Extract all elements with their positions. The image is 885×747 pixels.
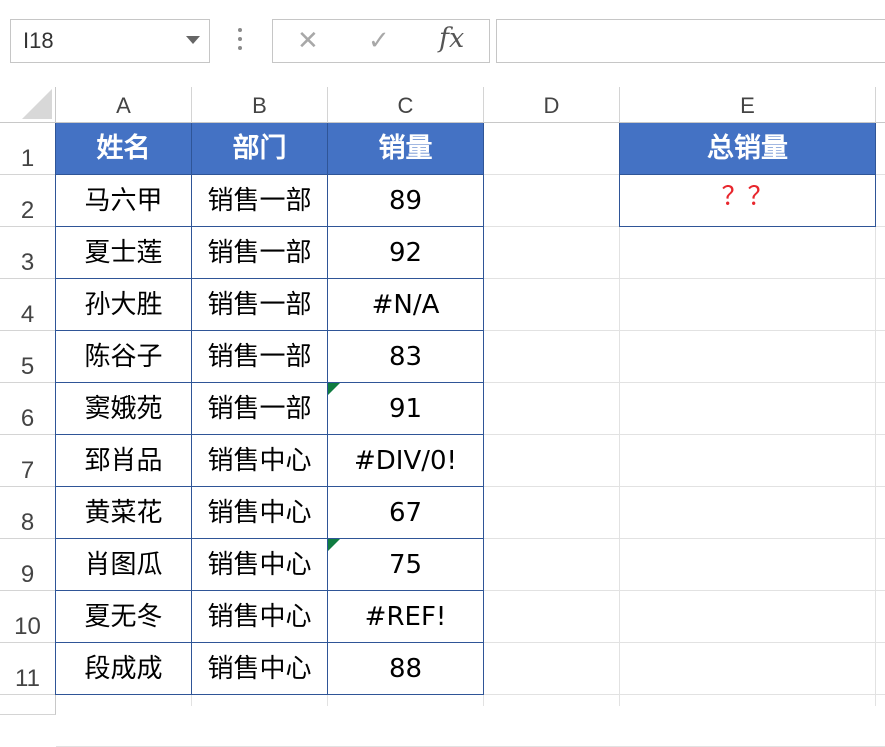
column-header-e[interactable]: E <box>620 87 876 123</box>
formula-tools: ✕ ✓ fx <box>272 19 490 63</box>
row-header-3[interactable]: 3 <box>0 227 56 279</box>
cancel-icon[interactable]: ✕ <box>297 26 319 56</box>
name-box-value: I18 <box>23 28 54 53</box>
table-header-cell[interactable]: 销量 <box>328 123 484 175</box>
table-cell[interactable]: 销售一部 <box>192 279 328 331</box>
column-header-b[interactable]: B <box>192 87 328 123</box>
table-cell[interactable]: 销售中心 <box>192 591 328 643</box>
table-header-cell[interactable]: 姓名 <box>56 123 192 175</box>
formula-input[interactable] <box>496 19 885 63</box>
more-options-icon[interactable] <box>238 28 244 54</box>
table-cell[interactable]: 陈谷子 <box>56 331 192 383</box>
table-cell[interactable]: 销售中心 <box>192 539 328 591</box>
row-header-4[interactable]: 4 <box>0 279 56 331</box>
table-cell[interactable]: #N/A <box>328 279 484 331</box>
column-header-a[interactable]: A <box>56 87 192 123</box>
formula-bar: I18 ✕ ✓ fx <box>0 0 885 87</box>
summary-value-cell[interactable]: ？？ <box>620 175 876 227</box>
table-cell[interactable]: 郅肖品 <box>56 435 192 487</box>
enter-icon[interactable]: ✓ <box>368 26 390 56</box>
row-header-5[interactable]: 5 <box>0 331 56 383</box>
table-cell[interactable]: 窦娥苑 <box>56 383 192 435</box>
row-header-7[interactable]: 7 <box>0 435 56 487</box>
row-header-9[interactable]: 9 <box>0 539 56 591</box>
table-cell[interactable]: 销售一部 <box>192 227 328 279</box>
table-cell[interactable]: 销售一部 <box>192 175 328 227</box>
error-indicator-icon <box>328 383 340 395</box>
chevron-down-icon[interactable] <box>186 36 200 44</box>
summary-value-text: ？？ <box>721 182 774 212</box>
table-cell[interactable]: 夏无冬 <box>56 591 192 643</box>
table-cell[interactable]: 销售中心 <box>192 487 328 539</box>
select-all-button[interactable] <box>0 87 56 123</box>
table-cell[interactable]: 销售中心 <box>192 435 328 487</box>
table-cell[interactable]: 销售中心 <box>192 643 328 695</box>
table-cell[interactable]: 75 <box>328 539 484 591</box>
table-cell[interactable]: 夏士莲 <box>56 227 192 279</box>
table-cell[interactable]: 孙大胜 <box>56 279 192 331</box>
table-cell[interactable]: 销售一部 <box>192 331 328 383</box>
table-cell[interactable]: 马六甲 <box>56 175 192 227</box>
table-cell[interactable]: #REF! <box>328 591 484 643</box>
table-cell[interactable]: 83 <box>328 331 484 383</box>
table-cell[interactable]: 92 <box>328 227 484 279</box>
table-cell[interactable]: 肖图瓜 <box>56 539 192 591</box>
table-cell[interactable]: #DIV/0! <box>328 435 484 487</box>
table-cell[interactable]: 91 <box>328 383 484 435</box>
error-indicator-icon <box>328 539 340 551</box>
column-header-filler <box>876 87 885 123</box>
table-cell[interactable]: 67 <box>328 487 484 539</box>
spreadsheet-grid: A B C D E 1 2 3 4 5 6 7 8 9 10 11 姓名 部门 销量 马六甲 销售一部 89 夏士莲 销售一部… <box>0 87 885 747</box>
row-header-6[interactable]: 6 <box>0 383 56 435</box>
row-header-10[interactable]: 10 <box>0 591 56 643</box>
summary-header-cell[interactable]: 总销量 <box>620 123 876 175</box>
table-cell[interactable]: 销售一部 <box>192 383 328 435</box>
row-header-8[interactable]: 8 <box>0 487 56 539</box>
table-header-cell[interactable]: 部门 <box>192 123 328 175</box>
row-header-11[interactable]: 11 <box>0 643 56 695</box>
row-header-1[interactable]: 1 <box>0 123 56 175</box>
table-cell[interactable]: 89 <box>328 175 484 227</box>
select-all-triangle-icon <box>22 89 52 119</box>
insert-function-icon[interactable]: fx <box>439 24 464 54</box>
row-header-filler <box>0 695 56 715</box>
table-cell[interactable]: 段成成 <box>56 643 192 695</box>
table-cell[interactable]: 黄菜花 <box>56 487 192 539</box>
row-header-2[interactable]: 2 <box>0 175 56 227</box>
name-box[interactable]: I18 <box>10 19 210 63</box>
column-header-c[interactable]: C <box>328 87 484 123</box>
table-cell[interactable]: 88 <box>328 643 484 695</box>
column-header-d[interactable]: D <box>484 87 620 123</box>
